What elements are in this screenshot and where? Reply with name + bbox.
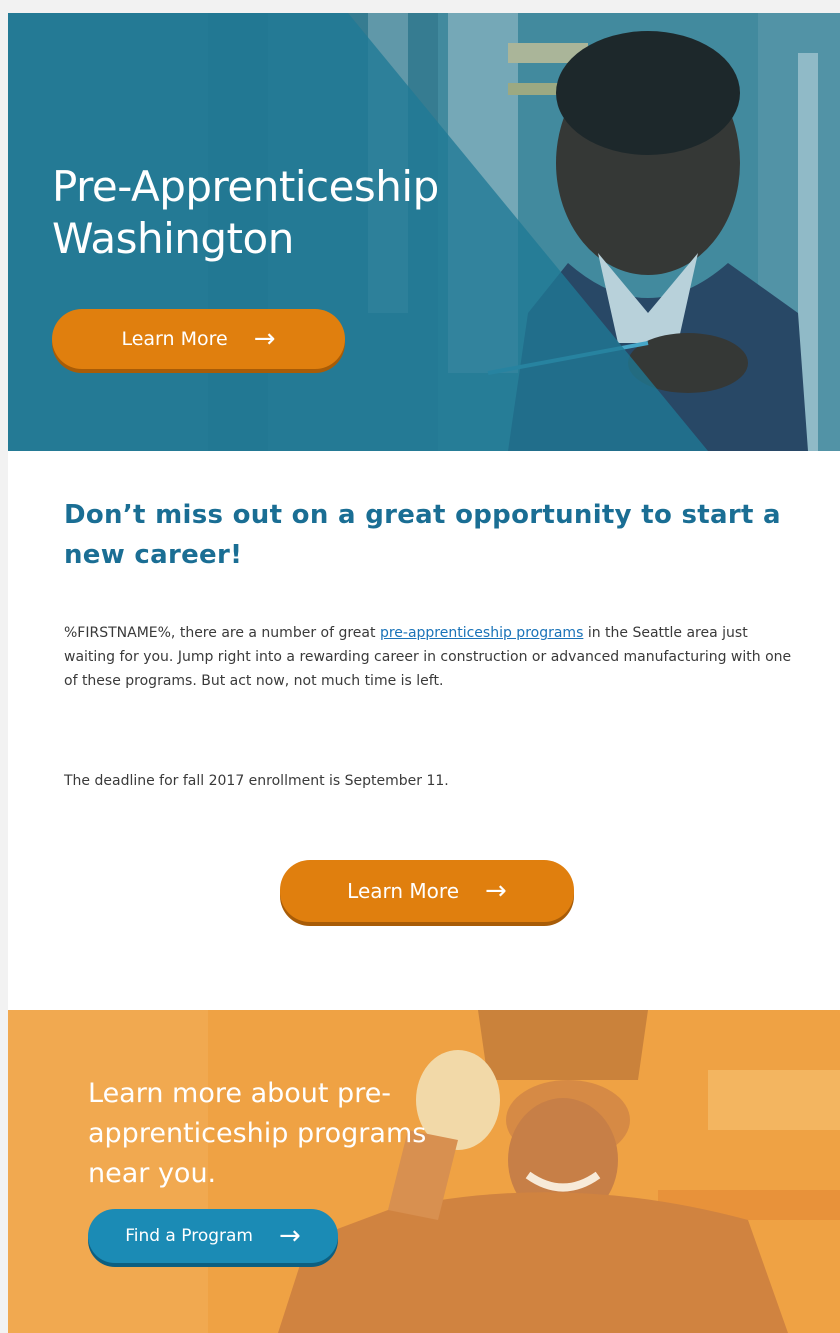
main-headline: Don’t miss out on a great opportunity to… <box>64 500 781 570</box>
hero-button-label: Learn More <box>121 328 228 350</box>
intro-prefix: %FIRSTNAME%, there are a number of great <box>64 625 380 641</box>
find-a-program-button[interactable]: Find a Program → <box>88 1209 338 1263</box>
hero-banner: Pre-Apprenticeship Washington Learn More… <box>8 13 840 451</box>
arrow-right-icon: → <box>485 876 507 906</box>
pre-apprenticeship-programs-link[interactable]: pre-apprenticeship programs <box>380 625 583 641</box>
hero-learn-more-button[interactable]: Learn More → <box>52 309 345 369</box>
find-program-button-label: Find a Program <box>125 1226 253 1246</box>
main-learn-more-button[interactable]: Learn More → <box>280 860 574 922</box>
email-container: Pre-Apprenticeship Washington Learn More… <box>8 13 840 1333</box>
hero-title: Pre-Apprenticeship Washington <box>52 162 439 263</box>
deadline-paragraph: The deadline for fall 2017 enrollment is… <box>64 773 449 789</box>
main-button-label: Learn More <box>347 879 460 903</box>
banner-text: Learn more about pre-apprenticeship prog… <box>88 1078 427 1189</box>
intro-paragraph: %FIRSTNAME%, there are a number of great… <box>64 621 794 693</box>
arrow-right-icon: → <box>253 324 276 354</box>
arrow-right-icon: → <box>279 1221 301 1251</box>
find-program-banner: Learn more about pre-apprenticeship prog… <box>8 1010 840 1333</box>
